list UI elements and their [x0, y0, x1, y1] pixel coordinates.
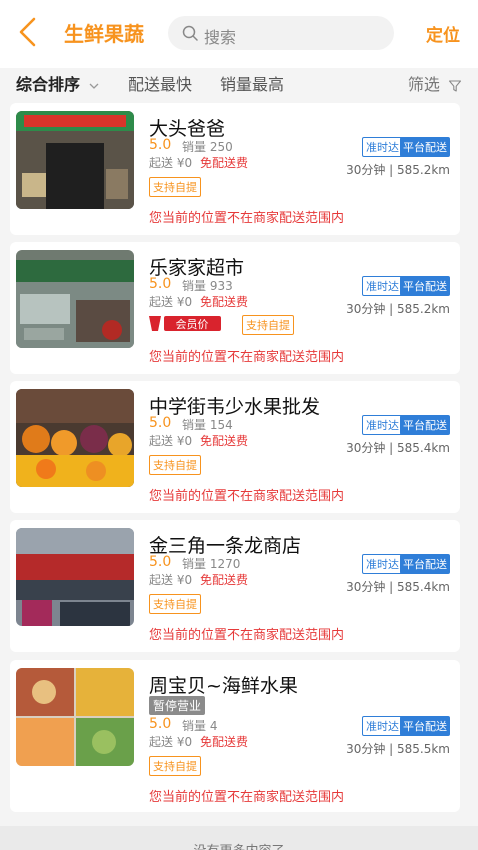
- store-rating: 5.0: [149, 276, 172, 292]
- min-order: 起送 ¥0: [149, 156, 193, 170]
- delivery-info: 30分钟 | 585.4km: [346, 441, 450, 455]
- pickup-tag: 支持自提: [149, 756, 201, 776]
- store-photo: [16, 668, 134, 766]
- filter-bar: 综合排序 配送最快 销量最高 筛选: [0, 68, 478, 98]
- search-placeholder: 搜索: [204, 28, 237, 47]
- store-card[interactable]: 金三角一条龙商店 5.0 销量 1270 起送 ¥0 免配送费 支持自提 准时达…: [10, 520, 460, 652]
- store-photo: [16, 389, 134, 487]
- pickup-tag: 支持自提: [149, 594, 201, 614]
- chevron-left-icon: [19, 17, 36, 47]
- sort-fastest-tab[interactable]: 配送最快: [128, 71, 192, 95]
- store-card[interactable]: 乐家家超市 5.0 销量 933 起送 ¥0 免配送费 会员价 支持自提 准时达…: [10, 242, 460, 374]
- store-name: 金三角一条龙商店: [149, 535, 302, 557]
- store-photo: [16, 111, 134, 209]
- filter-label: 筛选: [407, 75, 440, 94]
- platform-delivery-badge: 平台配送: [400, 276, 450, 296]
- store-name: 周宝贝~海鲜水果: [149, 675, 298, 697]
- ontime-badge: 准时达: [362, 276, 403, 296]
- pickup-tag: 支持自提: [149, 177, 201, 197]
- store-sales: 销量 1270: [182, 557, 241, 571]
- store-photo: [16, 250, 134, 348]
- out-of-range-warning: 您当前的位置不在商家配送范围内: [149, 211, 345, 226]
- delivery-info: 30分钟 | 585.4km: [346, 580, 450, 594]
- store-sales: 销量 154: [182, 418, 233, 432]
- min-order: 起送 ¥0: [149, 434, 193, 448]
- sort-dropdown[interactable]: 综合排序: [16, 71, 100, 95]
- pickup-tag: 支持自提: [242, 315, 294, 335]
- store-sales: 销量 4: [182, 719, 218, 733]
- min-order: 起送 ¥0: [149, 295, 193, 309]
- store-rating: 5.0: [149, 554, 172, 570]
- store-sales: 销量 250: [182, 140, 233, 154]
- free-delivery: 免配送费: [200, 156, 249, 170]
- pickup-tag: 支持自提: [149, 455, 201, 475]
- closed-status-badge: 暂停营业: [149, 696, 206, 715]
- ontime-badge: 准时达: [362, 415, 403, 435]
- search-icon: [182, 25, 198, 41]
- store-rating: 5.0: [149, 415, 172, 431]
- free-delivery: 免配送费: [200, 573, 249, 587]
- locate-button[interactable]: 定位: [426, 21, 460, 46]
- member-price-label: 会员价: [176, 318, 209, 331]
- store-sales: 销量 933: [182, 279, 233, 293]
- out-of-range-warning: 您当前的位置不在商家配送范围内: [149, 790, 345, 805]
- funnel-icon: [448, 79, 462, 92]
- store-name: 中学街韦少水果批发: [149, 396, 321, 418]
- list-end-footer: 没有更多内容了: [0, 826, 478, 850]
- filter-button[interactable]: 筛选: [408, 71, 462, 95]
- delivery-info: 30分钟 | 585.2km: [346, 302, 450, 316]
- free-delivery: 免配送费: [200, 434, 249, 448]
- store-card[interactable]: 中学街韦少水果批发 5.0 销量 154 起送 ¥0 免配送费 支持自提 准时达…: [10, 381, 460, 513]
- platform-delivery-badge: 平台配送: [400, 137, 450, 157]
- store-card[interactable]: 大头爸爸 5.0 销量 250 起送 ¥0 免配送费 支持自提 准时达 平台配送…: [10, 103, 460, 235]
- store-photo: [16, 528, 134, 626]
- sort-sales-tab[interactable]: 销量最高: [220, 71, 284, 95]
- platform-delivery-badge: 平台配送: [400, 716, 450, 736]
- ontime-badge: 准时达: [362, 554, 403, 574]
- free-delivery: 免配送费: [200, 735, 249, 749]
- platform-delivery-badge: 平台配送: [400, 415, 450, 435]
- min-order: 起送 ¥0: [149, 573, 193, 587]
- back-button[interactable]: [14, 14, 42, 50]
- top-bar: 生鲜果蔬 搜索 定位: [0, 0, 478, 68]
- out-of-range-warning: 您当前的位置不在商家配送范围内: [149, 350, 345, 365]
- sort-label: 综合排序: [16, 75, 81, 94]
- search-input[interactable]: 搜索: [168, 16, 394, 50]
- free-delivery: 免配送费: [200, 295, 249, 309]
- delivery-info: 30分钟 | 585.2km: [346, 163, 450, 177]
- min-order: 起送 ¥0: [149, 735, 193, 749]
- store-rating: 5.0: [149, 716, 172, 732]
- delivery-info: 30分钟 | 585.5km: [346, 742, 450, 756]
- out-of-range-warning: 您当前的位置不在商家配送范围内: [149, 489, 345, 504]
- chevron-down-icon: [89, 83, 99, 89]
- ontime-badge: 准时达: [362, 137, 403, 157]
- store-rating: 5.0: [149, 137, 172, 153]
- out-of-range-warning: 您当前的位置不在商家配送范围内: [149, 628, 345, 643]
- member-price-badge: 会员价: [149, 316, 221, 331]
- platform-delivery-badge: 平台配送: [400, 554, 450, 574]
- ontime-badge: 准时达: [362, 716, 403, 736]
- store-card[interactable]: 周宝贝~海鲜水果 暂停营业 5.0 销量 4 起送 ¥0 免配送费 支持自提 准…: [10, 660, 460, 812]
- no-more-content-text: 没有更多内容了: [0, 840, 478, 850]
- page-title: 生鲜果蔬: [64, 22, 144, 46]
